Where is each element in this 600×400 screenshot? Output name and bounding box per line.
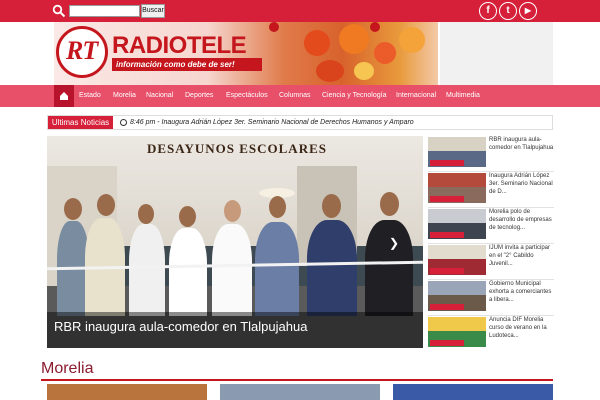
ticker-time: 8:46 pm [130,119,156,126]
list-item[interactable]: Anuncia DIF Morelia curso de verano en l… [428,316,554,350]
banner-decoration [374,42,396,64]
nav-item-deportes[interactable]: Deportes [185,85,213,107]
nav-item-multimedia[interactable]: Multimedia [446,85,480,107]
home-icon [60,92,68,100]
list-item[interactable]: RBR inaugura aula-comedor en Tlalpujahua [428,136,554,170]
site-logo[interactable]: RADIOTELE [112,32,247,60]
section-thumbnail[interactable] [393,384,553,400]
banner-decoration [316,60,344,82]
photo-person-head [138,204,154,224]
banner-decoration [304,30,330,56]
news-thumbnail [428,281,486,311]
header-ad [440,22,553,85]
photo-person [255,222,299,316]
logo-initials: RT [66,36,98,65]
photo-person-head [380,192,399,216]
photo-person [212,224,252,316]
site-tagline: información como debe de ser! [112,58,262,71]
top-bar: Buscar f t ▶ [0,0,600,22]
news-title: Morelia polo de desarrollo de empresas d… [489,209,552,231]
header-banner[interactable]: RT RADIOTELE información como debe de se… [54,22,438,85]
news-ticker: Ultimas Noticias 8:46 pm - Inaugura Adri… [47,115,553,130]
clock-icon [120,119,127,126]
photo-person [307,220,357,316]
photo-person [129,224,165,316]
ticker-title: Inaugura Adrián López 3er. Seminario Nac… [161,119,414,126]
news-thumbnail [428,137,486,167]
ticker-separator: - [157,119,160,126]
hero-sign: DESAYUNOS ESCOLARES [147,141,327,156]
ticker-label: Ultimas Noticias [48,116,113,129]
banner-decoration [269,22,279,32]
section-thumbnail[interactable] [47,384,207,400]
nav-item-columnas[interactable]: Columnas [279,85,311,107]
nav-home[interactable] [54,85,74,107]
photo-person [365,220,413,316]
nav-item-ciencia[interactable]: Ciencia y Tecnología [322,85,386,107]
photo-person [169,228,207,316]
search-button[interactable]: Buscar [141,4,165,18]
news-thumbnail [428,209,486,239]
news-thumbnail [428,245,486,275]
section-thumbnail[interactable] [220,384,380,400]
photo-person-head [64,198,82,220]
photo-person-head [224,200,241,222]
news-title: RBR inaugura aula-comedor en Tlalpujahua [489,137,554,151]
news-thumbnail [428,317,486,347]
banner-decoration [354,62,374,80]
list-item[interactable]: Gobierno Municipal exhorta a comerciante… [428,280,554,314]
main-nav: Estado Morelia Nacional Deportes Espectá… [0,85,600,107]
youtube-icon[interactable]: ▶ [519,2,537,20]
facebook-icon[interactable]: f [479,2,497,20]
chevron-right-icon[interactable]: ❯ [389,236,399,250]
photo-person-head [97,194,115,216]
photo-person-head [322,194,341,218]
nav-item-espectaculos[interactable]: Espectáculos [226,85,268,107]
hero-caption[interactable]: RBR inaugura aula-comedor en Tlalpujahua [54,319,307,334]
news-title: IJUM invita a participar en el "2° Cabil… [489,245,551,267]
nav-item-estado[interactable]: Estado [79,85,101,107]
side-news-list: RBR inaugura aula-comedor en Tlalpujahua… [428,136,554,350]
list-item[interactable]: Morelia polo de desarrollo de empresas d… [428,208,554,242]
news-thumbnail [428,173,486,203]
ticker-headline[interactable]: 8:46 pm - Inaugura Adrián López 3er. Sem… [130,116,414,129]
list-item[interactable]: Inaugura Adrián López 3er. Seminario Nac… [428,172,554,206]
banner-decoration [399,27,425,53]
section-title[interactable]: Morelia [41,360,93,378]
nav-item-morelia[interactable]: Morelia [113,85,136,107]
photo-person-head [179,206,196,227]
news-title: Anuncia DIF Morelia curso de verano en l… [489,317,547,339]
photo-person-head [269,196,286,218]
list-item[interactable]: IJUM invita a participar en el "2° Cabil… [428,244,554,278]
search-icon[interactable] [52,4,66,18]
nav-item-internacional[interactable]: Internacional [396,85,436,107]
banner-decoration [339,24,369,54]
nav-item-nacional[interactable]: Nacional [146,85,173,107]
news-title: Gobierno Municipal exhorta a comerciante… [489,281,552,303]
news-title: Inaugura Adrián López 3er. Seminario Nac… [489,173,553,195]
banner-decoration [370,22,380,32]
twitter-icon[interactable]: t [499,2,517,20]
search-input[interactable] [69,5,140,17]
hero-slider[interactable]: DESAYUNOS ESCOLARES ❯ RBR inaugura aula-… [47,136,423,348]
section-divider [41,379,553,381]
